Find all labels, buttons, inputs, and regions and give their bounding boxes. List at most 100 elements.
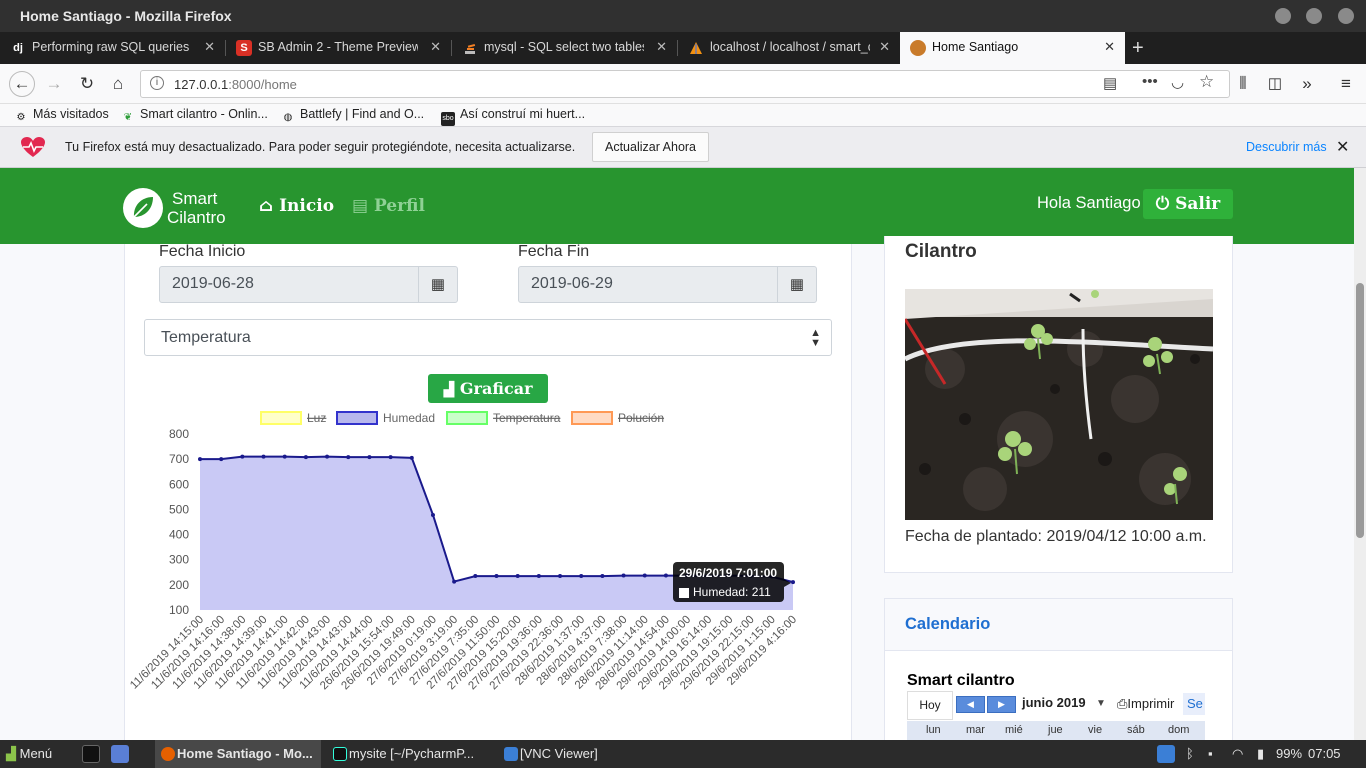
- close-tab-icon[interactable]: ✕: [430, 39, 441, 55]
- data-point: [198, 457, 202, 462]
- forward-icon[interactable]: →: [43, 73, 65, 95]
- network-icon[interactable]: ▪: [1208, 746, 1213, 761]
- close-tab-icon[interactable]: ✕: [204, 39, 215, 55]
- calendar-card-header: Calendario: [885, 599, 1232, 651]
- data-point: [558, 574, 563, 579]
- page-scrollbar[interactable]: [1354, 168, 1366, 740]
- bookmark-battlefy[interactable]: ◍ Battlefy | Find and O...: [281, 107, 425, 125]
- nav-inicio[interactable]: ⌂ Inicio: [259, 196, 334, 216]
- weekday-label: sáb: [1127, 724, 1145, 736]
- y-tick-label: 800: [169, 427, 189, 441]
- sensor-select[interactable]: Temperatura ▲ ▼: [144, 319, 832, 356]
- tab-phpmyadmin[interactable]: localhost / localhost / smart_c ✕: [678, 32, 900, 64]
- window-title: Home Santiago - Mozilla Firefox: [20, 8, 232, 24]
- update-now-button[interactable]: Actualizar Ahora: [592, 132, 709, 162]
- page-content: Fecha Inicio 2019-06-28 ▦ Fecha Fin 2019…: [0, 168, 1354, 740]
- close-tab-icon[interactable]: ✕: [656, 39, 667, 55]
- start-date-input[interactable]: 2019-06-28 ▦: [159, 266, 458, 303]
- plant-card: Cilantro Fecha de plantado: 2019/04/12 1…: [884, 236, 1233, 573]
- reload-icon[interactable]: ↻: [76, 73, 98, 95]
- bookmark-star-icon[interactable]: ☆: [1199, 72, 1214, 92]
- plant-photo: [905, 289, 1213, 520]
- taskbar-task-vnc[interactable]: [VNC Viewer]: [498, 740, 628, 768]
- month-dropdown-icon[interactable]: ▼: [1096, 698, 1106, 709]
- maximize-button[interactable]: [1306, 8, 1322, 24]
- bookmark-huerto[interactable]: sbo Así construí mi huert...: [441, 107, 585, 126]
- id-card-icon: ▤: [352, 196, 369, 216]
- data-point: [325, 454, 330, 459]
- wifi-icon[interactable]: ◠: [1232, 746, 1243, 762]
- close-tab-icon[interactable]: ✕: [1104, 39, 1115, 55]
- graph-button[interactable]: ▟ Graficar: [428, 374, 548, 403]
- data-point: [452, 579, 457, 584]
- app-navbar: Smart Cilantro ⌂ Inicio ▤ Perfil Hola San…: [0, 168, 1354, 244]
- new-tab-icon[interactable]: +: [1132, 37, 1144, 60]
- nav-perfil[interactable]: ▤ Perfil: [352, 196, 425, 216]
- calendar-icon[interactable]: ▦: [418, 267, 457, 302]
- close-notification-icon[interactable]: ✕: [1336, 137, 1349, 157]
- django-icon: dj: [13, 42, 23, 54]
- user-greeting: Hola Santiago: [1037, 194, 1141, 212]
- info-icon[interactable]: i: [150, 76, 164, 90]
- end-date-input[interactable]: 2019-06-29 ▦: [518, 266, 817, 303]
- page-actions-icon[interactable]: •••: [1142, 73, 1158, 90]
- tab-performing-raw-sql[interactable]: dj Performing raw SQL queries ✕: [0, 32, 225, 64]
- gear-icon: ⚙: [16, 112, 26, 123]
- tab-home-santiago[interactable]: Home Santiago ✕: [900, 32, 1125, 64]
- select-caret-icon: ▲ ▼: [810, 327, 821, 349]
- y-tick-label: 500: [169, 502, 189, 516]
- terminal-icon[interactable]: [82, 745, 100, 763]
- data-point: [579, 574, 584, 579]
- y-tick-label: 400: [169, 528, 189, 542]
- notification-message: Tu Firefox está muy desactualizado. Para…: [65, 140, 576, 154]
- tab-sb-admin[interactable]: S SB Admin 2 - Theme Preview ✕: [226, 32, 451, 64]
- today-button[interactable]: Hoy: [907, 691, 953, 720]
- battery-icon[interactable]: ▮: [1257, 746, 1264, 762]
- vnc-tray-icon[interactable]: [1157, 745, 1175, 763]
- pocket-icon[interactable]: ◡: [1171, 73, 1184, 91]
- prev-month-icon[interactable]: ◀: [956, 696, 985, 713]
- tab-label: Performing raw SQL queries: [32, 40, 190, 54]
- overflow-icon[interactable]: »: [1296, 73, 1318, 95]
- reader-view-icon[interactable]: ▤: [1103, 74, 1117, 92]
- leaf-icon: ❦: [123, 112, 133, 123]
- back-icon[interactable]: ←: [9, 71, 35, 97]
- menu-icon[interactable]: ≡: [1335, 73, 1357, 95]
- scrollbar-thumb[interactable]: [1356, 283, 1364, 538]
- bookmark-mas-visitados[interactable]: ⚙ Más visitados: [14, 107, 109, 125]
- home-icon[interactable]: ⌂: [107, 73, 129, 95]
- data-point: [282, 454, 287, 459]
- weekday-label: lun: [926, 724, 941, 736]
- minimize-button[interactable]: [1275, 8, 1291, 24]
- taskbar-task-pycharm[interactable]: mysite [~/PycharmP...: [327, 740, 492, 768]
- library-icon[interactable]: ⫴: [1232, 73, 1254, 95]
- taskbar-task-firefox[interactable]: Home Santiago - Mo...: [155, 740, 321, 768]
- logout-button[interactable]: ⏻ Salir: [1143, 189, 1233, 219]
- close-window-button[interactable]: [1338, 8, 1354, 24]
- url-text[interactable]: 127.0.0.1:8000/home: [174, 77, 297, 92]
- sidebar-icon[interactable]: ◫: [1264, 73, 1286, 95]
- clock: 07:05: [1308, 746, 1341, 761]
- files-icon[interactable]: [111, 745, 129, 763]
- data-point: [642, 573, 647, 578]
- calendar-view-tab[interactable]: Se: [1183, 693, 1205, 715]
- data-point: [219, 457, 224, 462]
- calendar-icon[interactable]: ▦: [777, 267, 816, 302]
- data-point: [494, 574, 499, 579]
- tab-mysql-stackoverflow[interactable]: mysql - SQL select two tables ✕: [452, 32, 677, 64]
- home-icon: ⌂: [259, 196, 274, 216]
- url-bar[interactable]: i 127.0.0.1:8000/home ▤ ••• ◡ ☆: [140, 70, 1230, 98]
- print-button[interactable]: ⎙Imprimir: [1117, 696, 1174, 712]
- start-menu-button[interactable]: ▟ Menú: [6, 746, 52, 762]
- planted-date: Fecha de plantado: 2019/04/12 10:00 a.m.: [905, 528, 1207, 545]
- y-tick-label: 300: [169, 553, 189, 567]
- bookmark-smart-cilantro[interactable]: ❦ Smart cilantro - Onlin...: [121, 107, 268, 125]
- data-point: [473, 574, 478, 579]
- learn-more-link[interactable]: Descubrir más: [1246, 140, 1327, 154]
- close-tab-icon[interactable]: ✕: [879, 39, 890, 55]
- end-date-label: Fecha Fin: [518, 243, 590, 260]
- weekday-label: mié: [1005, 724, 1023, 736]
- data-point: [536, 574, 541, 579]
- bluetooth-icon[interactable]: ᛒ: [1186, 746, 1194, 761]
- next-month-icon[interactable]: ▶: [987, 696, 1016, 713]
